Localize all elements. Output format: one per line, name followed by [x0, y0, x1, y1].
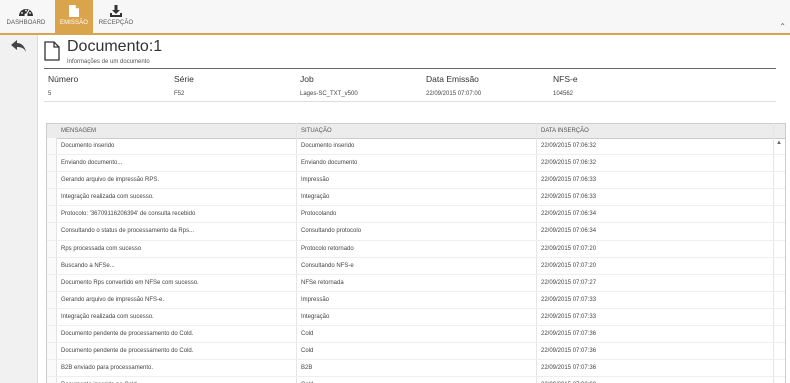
- cell-situacao: NFSe retornada: [301, 279, 344, 286]
- cell-situacao: Cold: [301, 331, 314, 338]
- cell-data-insercao: 22/09/2015 07:06:32: [541, 160, 597, 167]
- cell-mensagem: Documento pendente de processamento do C…: [61, 348, 194, 355]
- table-row[interactable]: Integração realizada com sucesso. Integra…: [47, 189, 785, 207]
- page-subtitle: Informações de um documento: [67, 59, 150, 65]
- cell-mensagem: Rps processada com sucesso: [61, 245, 142, 252]
- cell-situacao: Integração: [301, 313, 330, 320]
- document-icon: [69, 5, 79, 17]
- cell-situacao: Impressão: [301, 177, 330, 184]
- cell-data-insercao: 22/09/2015 07:06:33: [541, 194, 597, 201]
- grid-rows: Documento inserido Documento inserido 22/0…: [47, 138, 785, 383]
- collapse-icon[interactable]: ⌃: [779, 22, 786, 31]
- cell-data-insercao: 22/09/2015 07:07:33: [541, 296, 597, 303]
- info-divider: [44, 101, 776, 102]
- cell-data-insercao: 22/09/2015 07:07:36: [541, 365, 597, 372]
- info-value: 22/09/2015 07:07:00: [426, 91, 482, 97]
- column-header-data-insercao[interactable]: DATA INSERÇÃO: [541, 128, 589, 134]
- header-divider: [44, 68, 776, 69]
- cell-data-insercao: 22/09/2015 07:06:34: [541, 211, 597, 218]
- info-serie: Série F52: [174, 74, 194, 97]
- cell-mensagem: Buscando a NFSe...: [61, 262, 115, 269]
- emissao-button[interactable]: EMISSÃO: [55, 0, 93, 33]
- cell-situacao: Consultando protocolo: [301, 228, 362, 235]
- table-row[interactable]: Rps processada com sucesso Protocolo reto…: [47, 241, 785, 258]
- table-row[interactable]: Documento pendente de processamento do C…: [47, 326, 785, 344]
- info-numero: Número 5: [48, 74, 78, 97]
- table-row[interactable]: Documento pendente de processamento do C…: [47, 343, 785, 361]
- cell-data-insercao: 22/09/2015 07:07:33: [541, 313, 597, 320]
- main-content: Documento:1 Informações de um documento …: [38, 35, 790, 383]
- cell-data-insercao: 22/09/2015 07:07:36: [541, 348, 597, 355]
- cell-situacao: Cold: [301, 348, 314, 355]
- cell-situacao: Protocolo retornado: [301, 245, 354, 252]
- info-header: NFS-e: [553, 74, 578, 84]
- cell-mensagem: B2B enviado para processamento.: [61, 365, 154, 372]
- column-header-situacao[interactable]: SITUAÇÃO: [301, 128, 332, 134]
- info-value: 5: [48, 91, 52, 97]
- info-value: Lages-SC_TXT_v500: [300, 91, 358, 97]
- cell-data-insercao: 22/09/2015 07:06:33: [541, 177, 597, 184]
- cell-mensagem: Documento Rps convertido em NFSe com suc…: [61, 279, 199, 286]
- info-header: Job: [300, 74, 314, 84]
- recepcao-button[interactable]: RECEPÇÃO: [97, 0, 135, 33]
- info-nfse: NFS-e 104562: [553, 74, 578, 97]
- cell-data-insercao: 22/09/2015 07:07:27: [541, 279, 597, 286]
- info-data-emissao: Data Emissão 22/09/2015 07:07:00: [426, 74, 481, 97]
- cell-mensagem: Integração realizada com sucesso.: [61, 194, 154, 201]
- info-job: Job Lages-SC_TXT_v500: [300, 74, 358, 97]
- cell-mensagem: Enviando documento...: [61, 160, 123, 167]
- cell-data-insercao: 22/09/2015 07:06:34: [541, 228, 597, 235]
- cell-data-insercao: 22/09/2015 07:07:36: [541, 331, 597, 338]
- cell-mensagem: Protocolo: '36709116206394' de consulta …: [61, 211, 196, 218]
- grid-header: MENSAGEM SITUAÇÃO DATA INSERÇÃO: [47, 123, 785, 139]
- table-row[interactable]: Consultando o status de processamento da…: [47, 223, 785, 241]
- table-row[interactable]: Documento inserido Documento inserido 22/0…: [47, 138, 785, 156]
- dashboard-icon: [19, 9, 33, 17]
- download-icon: [110, 5, 122, 17]
- recepcao-label: RECEPÇÃO: [98, 20, 134, 26]
- cell-mensagem: Integração realizada com sucesso.: [61, 313, 154, 320]
- cell-situacao: Impressão: [301, 296, 330, 303]
- table-row[interactable]: Integração realizada com sucesso. Integra…: [47, 309, 785, 327]
- cell-data-insercao: 22/09/2015 07:06:32: [541, 143, 597, 149]
- top-toolbar: DASHBOARD EMISSÃO RECEPÇÃO ⌃: [0, 0, 790, 35]
- table-row[interactable]: Gerando arquivo de impressão NFS-e. Impre…: [47, 292, 785, 309]
- left-sidebar: [0, 35, 38, 383]
- column-header-mensagem[interactable]: MENSAGEM: [61, 128, 96, 134]
- cell-situacao: Integração: [301, 194, 330, 201]
- table-row[interactable]: Enviando documento... Enviando documento 2…: [47, 155, 785, 173]
- table-row[interactable]: Documento inserido no Cold.Cold22/09/201…: [47, 377, 785, 383]
- cell-situacao: Enviando documento: [301, 160, 358, 167]
- page-title: Documento:1: [67, 38, 163, 55]
- cell-mensagem: Documento pendente de processamento do C…: [61, 331, 194, 338]
- cell-data-insercao: 22/09/2015 07:07:20: [541, 245, 597, 252]
- info-header: Número: [48, 74, 79, 84]
- cell-mensagem: Gerando arquivo de impressão RPS.: [61, 177, 160, 184]
- table-row[interactable]: Gerando arquivo de impressão RPS. Impress…: [47, 172, 785, 190]
- info-value: 104562: [553, 91, 574, 97]
- cell-situacao: Consultando NFS-e: [301, 262, 354, 269]
- document-icon: [44, 41, 60, 61]
- cell-mensagem: Consultando o status de processamento da…: [61, 228, 195, 235]
- table-row[interactable]: B2B enviado para processamento. B2B 22/09/…: [47, 360, 785, 378]
- table-row[interactable]: Buscando a NFSe... Consultando NFS-e 22/09…: [47, 258, 785, 275]
- cell-situacao: Protocolando: [301, 211, 337, 218]
- table-row[interactable]: Protocolo: '36709116206394' de consulta …: [47, 206, 785, 224]
- info-value: F52: [174, 91, 185, 97]
- back-arrow-icon[interactable]: [10, 39, 27, 53]
- cell-situacao: Documento inserido: [301, 143, 355, 149]
- dashboard-label: DASHBOARD: [6, 20, 46, 26]
- table-row[interactable]: Documento Rps convertido em NFSe com suc…: [47, 275, 785, 292]
- info-header: Série: [174, 74, 194, 84]
- info-header: Data Emissão: [426, 74, 479, 84]
- emissao-label: EMISSÃO: [59, 20, 89, 26]
- cell-mensagem: Gerando arquivo de impressão NFS-e.: [61, 296, 165, 303]
- dashboard-button[interactable]: DASHBOARD: [4, 0, 48, 33]
- cell-situacao: B2B: [301, 365, 313, 372]
- cell-data-insercao: 22/09/2015 07:07:20: [541, 262, 597, 269]
- events-grid: MENSAGEM SITUAÇÃO DATA INSERÇÃO ▲ Docume…: [46, 123, 786, 383]
- cell-mensagem: Documento inserido: [61, 143, 115, 149]
